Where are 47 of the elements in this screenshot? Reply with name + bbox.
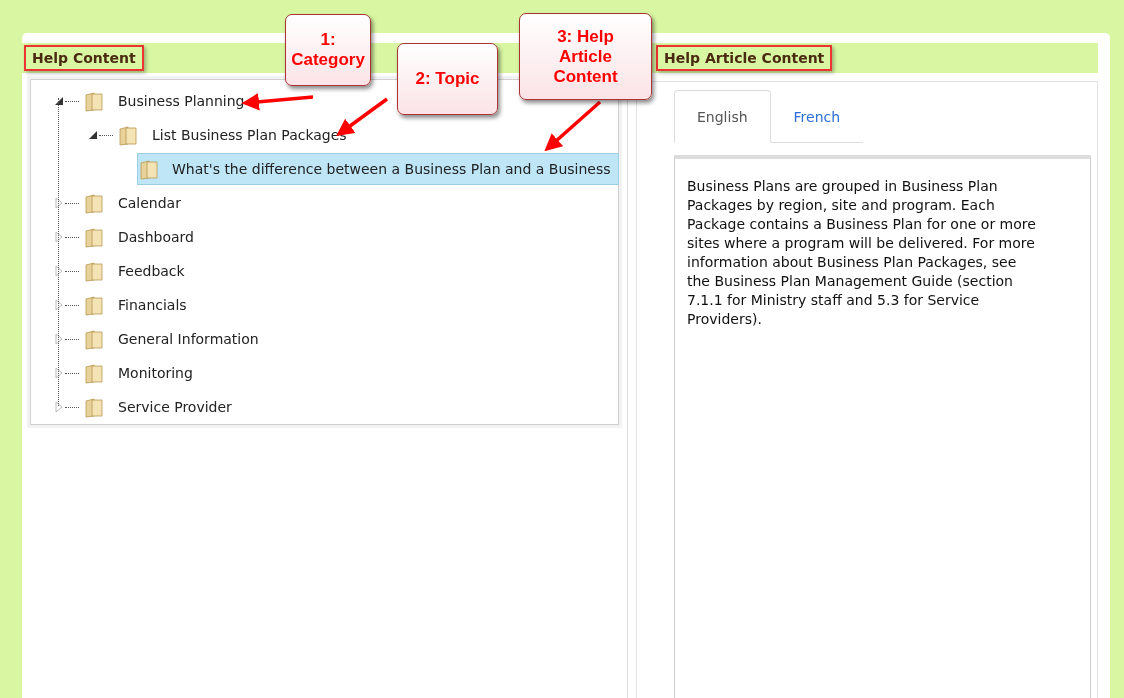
folder-icon (83, 362, 105, 384)
tree-item-label: Monitoring (117, 364, 194, 383)
tree-item-label: List Business Plan Packages (151, 126, 348, 145)
collapsed-triangle-icon[interactable] (53, 197, 65, 209)
callout-text: 2: Topic (415, 69, 480, 89)
tree-item-highlight[interactable]: What's the difference between a Business Plan and a Business (137, 153, 619, 185)
tree-item-label: Feedback (117, 262, 186, 281)
collapsed-triangle-icon[interactable] (53, 231, 65, 243)
tree-item-label: Financials (117, 296, 188, 315)
tree-row[interactable]: Service Provider (83, 390, 238, 424)
expanded-triangle-icon[interactable] (53, 95, 65, 107)
tree-item-label: General Information (117, 330, 260, 349)
language-tab[interactable]: French (770, 90, 864, 143)
panel-title: Help Content (24, 45, 144, 71)
arrow (544, 100, 602, 152)
folder-icon (83, 294, 105, 316)
tree-row[interactable]: Financials (83, 288, 193, 322)
tree-row[interactable]: General Information (83, 322, 265, 356)
collapsed-triangle-icon[interactable] (53, 265, 65, 277)
folder-icon (117, 124, 139, 146)
collapsed-triangle-icon[interactable] (53, 367, 65, 379)
panel-title: Help Article Content (656, 45, 833, 71)
tree-row[interactable]: Monitoring (83, 356, 199, 390)
tree-row[interactable]: Calendar (83, 186, 187, 220)
folder-icon (83, 90, 105, 112)
expanded-triangle-icon[interactable] (87, 129, 99, 141)
folder-icon (83, 192, 105, 214)
folder-icon (83, 226, 105, 248)
collapsed-triangle-icon[interactable] (53, 333, 65, 345)
tree-row[interactable]: Feedback (83, 254, 191, 288)
folder-icon (83, 396, 105, 418)
article-text: Business Plans are grouped in Business Plan Packages by region, site and program. Each Package contains a Business Plan for one or more sites where a program will be delivered. For more information about Business Plan Packages, see the Business Plan Management Guide (section 7.1.1 for Ministry staff and 5.3 for Service Providers). (687, 177, 1037, 329)
collapsed-triangle-icon[interactable] (53, 299, 65, 311)
folder-icon (83, 260, 105, 282)
tree-item-label: Calendar (117, 194, 182, 213)
tree-row[interactable]: Business Planning (83, 84, 251, 118)
folder-icon (83, 328, 105, 350)
callout-text: 3: Help Article Content (552, 26, 619, 87)
tree-row[interactable]: List Business Plan Packages (117, 118, 353, 152)
folder-icon (138, 158, 160, 180)
tree-item-label: Dashboard (117, 228, 195, 247)
callout-text: 1: Category (290, 30, 366, 70)
tree-item-label: Service Provider (117, 398, 233, 417)
tree-row[interactable]: Dashboard (83, 220, 200, 254)
tree-item-label: What's the difference between a Business Plan and a Business (171, 160, 612, 179)
language-tab[interactable]: English (674, 90, 771, 143)
tree-item-label: Business Planning (117, 92, 246, 111)
